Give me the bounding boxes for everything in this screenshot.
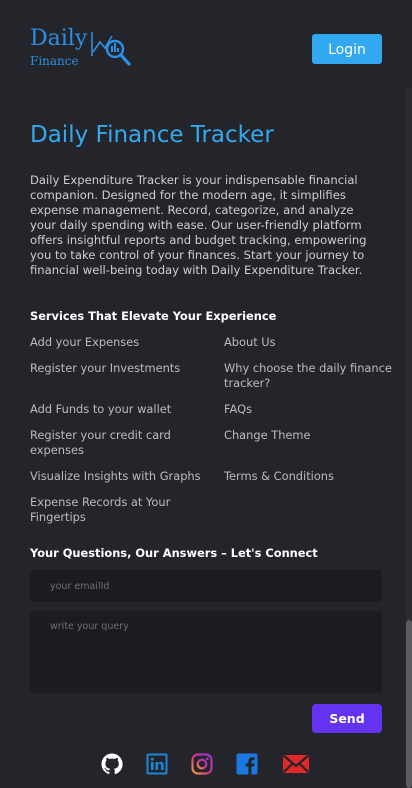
link-change-theme[interactable]: Change Theme [224, 428, 394, 443]
facebook-icon[interactable] [235, 752, 259, 776]
contact-heading: Your Questions, Our Answers – Let's Conn… [30, 546, 318, 560]
service-link-graphs[interactable]: Visualize Insights with Graphs [30, 469, 210, 484]
link-why-choose[interactable]: Why choose the daily finance tracker? [224, 361, 394, 391]
page-title: Daily Finance Tracker [30, 122, 274, 148]
logo[interactable]: Daily Finance [30, 26, 140, 72]
github-icon[interactable] [100, 752, 124, 776]
page: Daily Finance Login Daily Finance Tracke… [0, 0, 412, 788]
link-terms-conditions[interactable]: Terms & Conditions [224, 469, 394, 484]
mail-icon[interactable] [282, 752, 310, 776]
logo-main-text: Daily [30, 26, 88, 51]
logo-sub-text: Finance [30, 54, 79, 68]
service-link-register-investments[interactable]: Register your Investments [30, 361, 210, 376]
service-link-add-funds[interactable]: Add Funds to your wallet [30, 402, 210, 417]
linkedin-icon[interactable] [145, 752, 169, 776]
hero-description: Daily Expenditure Tracker is your indisp… [30, 173, 367, 277]
send-button[interactable]: Send [312, 704, 382, 733]
email-field[interactable] [30, 570, 382, 602]
query-field[interactable] [30, 611, 382, 693]
link-about-us[interactable]: About Us [224, 335, 394, 350]
header: Daily Finance Login [0, 0, 406, 88]
instagram-icon[interactable] [190, 752, 214, 776]
service-link-credit-card[interactable]: Register your credit card expenses [30, 428, 190, 458]
link-faqs[interactable]: FAQs [224, 402, 394, 417]
services-heading: Services That Elevate Your Experience [30, 309, 277, 323]
scrollbar-thumb[interactable] [406, 620, 412, 788]
login-button[interactable]: Login [312, 34, 382, 64]
chart-magnifier-icon [91, 32, 131, 66]
service-link-expense-records[interactable]: Expense Records at Your Fingertips [30, 495, 190, 525]
service-link-add-expenses[interactable]: Add your Expenses [30, 335, 210, 350]
